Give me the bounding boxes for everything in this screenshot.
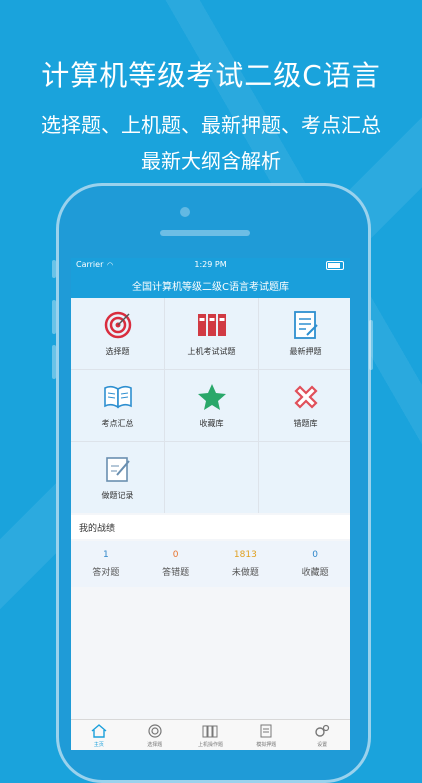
stat-value: 1813	[233, 550, 257, 560]
grid-item-choice[interactable]: 选择题	[71, 298, 164, 369]
app-screen: Carrier ◠ 1:29 PM 全国计算机等级二级C语言考试题库 选择题 上…	[71, 258, 350, 750]
grid-item-wrong-answers[interactable]: 错题库	[259, 370, 350, 441]
stat-label: 收藏题	[301, 568, 329, 578]
phone-camera	[180, 207, 190, 217]
phone-speaker	[160, 230, 250, 236]
promo-title: 计算机等级考试二级C语言	[41, 59, 381, 92]
promo-subtitle-2: 最新大纲含解析	[141, 149, 281, 173]
gear-icon	[313, 723, 331, 739]
document-edit-icon	[291, 310, 321, 340]
stat-value: 0	[172, 550, 179, 560]
stat-correct[interactable]: 1 答对题	[71, 541, 141, 587]
tab-machine[interactable]: 上机操作题	[183, 720, 239, 750]
phone-volume-down	[52, 345, 56, 379]
promo-subtitle: 选择题、上机题、最新押题、考点汇总	[41, 113, 381, 137]
grid-item-label: 考点汇总	[101, 419, 134, 428]
grid-item-machine-exam[interactable]: 上机考试试题	[165, 298, 258, 369]
stat-wrong[interactable]: 0 答错题	[141, 541, 211, 587]
grid-item-label: 最新押题	[289, 347, 322, 356]
status-bar: Carrier ◠ 1:29 PM	[71, 258, 350, 272]
tab-bar: 主页 选择题 上机操作题 模拟押题 设置	[71, 719, 350, 750]
stat-label: 未做题	[231, 568, 259, 578]
tab-label: 选择题	[147, 742, 163, 748]
grid-item-label: 错题库	[293, 419, 318, 428]
tab-settings[interactable]: 设置	[294, 720, 350, 750]
cross-icon	[291, 382, 321, 412]
nav-title: 全国计算机等级二级C语言考试题库	[71, 272, 350, 298]
grid-item-label: 收藏库	[199, 419, 224, 428]
tab-home[interactable]: 主页	[71, 720, 127, 750]
grid-item-label: 选择题	[105, 347, 130, 356]
stat-label: 答错题	[162, 568, 190, 578]
stat-undone[interactable]: 1813 未做题	[211, 541, 281, 587]
phone-mute-button	[52, 260, 56, 278]
grid-item-history[interactable]: 做题记录	[71, 442, 164, 513]
stat-label: 答对题	[92, 568, 120, 578]
stat-value: 0	[312, 550, 318, 560]
stat-value: 1	[103, 550, 109, 560]
grid-empty-cell	[259, 442, 350, 513]
phone-power-button	[369, 320, 373, 370]
function-grid: 选择题 上机考试试题 最新押题 考点汇总 收藏库 错题库 做题记录	[71, 298, 350, 513]
section-title: 我的战绩	[71, 515, 350, 539]
document-icon	[257, 723, 275, 739]
tab-label: 设置	[317, 742, 328, 748]
grid-item-key-points[interactable]: 考点汇总	[71, 370, 164, 441]
grid-item-label: 做题记录	[101, 491, 134, 500]
binders-icon	[197, 310, 227, 340]
tab-choice[interactable]: 选择题	[127, 720, 183, 750]
tab-label: 模拟押题	[256, 742, 277, 748]
tab-mock[interactable]: 模拟押题	[238, 720, 294, 750]
grid-item-latest-predictions[interactable]: 最新押题	[259, 298, 350, 369]
grid-item-favorites[interactable]: 收藏库	[165, 370, 258, 441]
tab-label: 上机操作题	[197, 742, 223, 748]
home-icon	[90, 723, 108, 739]
open-book-icon	[103, 382, 133, 412]
record-icon	[103, 454, 133, 484]
star-icon	[197, 382, 227, 412]
status-time: 1:29 PM	[194, 260, 227, 269]
target-icon	[146, 723, 164, 739]
stat-favorites[interactable]: 0 收藏题	[280, 541, 350, 587]
target-icon	[103, 310, 133, 340]
binders-icon	[201, 723, 219, 739]
grid-empty-cell	[165, 442, 258, 513]
battery-icon	[326, 261, 344, 270]
stats-row: 1 答对题 0 答错题 1813 未做题 0 收藏题	[71, 541, 350, 587]
grid-item-label: 上机考试试题	[187, 347, 236, 356]
phone-volume-up	[52, 300, 56, 334]
tab-label: 主页	[93, 742, 104, 748]
